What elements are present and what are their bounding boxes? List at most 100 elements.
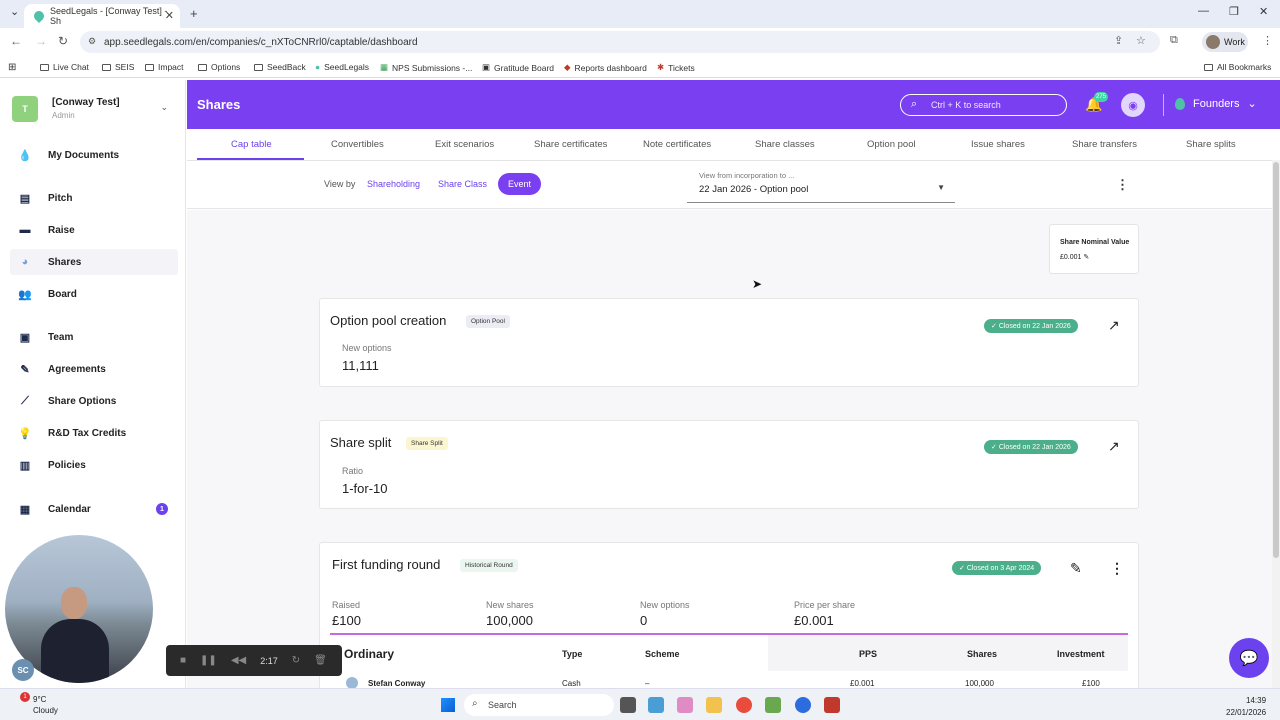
install-app-icon[interactable]: ⇪ xyxy=(1114,34,1123,47)
raise-icon: ▬ xyxy=(19,224,31,236)
sidebar-item-share-options[interactable]: ⟋ Share Options xyxy=(10,388,178,414)
sidebar-item-team[interactable]: ▣ Team xyxy=(10,324,178,350)
calendar-icon: ▦ xyxy=(19,503,31,516)
file-explorer-icon[interactable] xyxy=(706,697,722,713)
chat-support-button[interactable]: 💬 xyxy=(1229,638,1269,678)
tab-convertibles[interactable]: Convertibles xyxy=(331,139,384,150)
chrome-icon[interactable] xyxy=(736,697,752,713)
policies-icon: ▥ xyxy=(19,459,31,472)
site-info-icon[interactable]: ⚙ xyxy=(88,36,96,47)
back-icon[interactable]: ← xyxy=(10,34,22,48)
extensions-icon[interactable]: ⧉ xyxy=(1170,34,1178,47)
org-switcher[interactable]: T [Conway Test] Admin ⌄ xyxy=(12,94,182,124)
maximize-icon[interactable]: ❐ xyxy=(1229,5,1239,18)
bookmark-seis[interactable]: SEIS xyxy=(102,62,134,72)
sidebar-item-agreements[interactable]: ✎ Agreements xyxy=(10,356,178,382)
minimize-icon[interactable]: — xyxy=(1198,5,1209,17)
sidebar-item-policies[interactable]: ▥ Policies xyxy=(10,452,178,478)
trash-icon[interactable]: 🗑 xyxy=(314,655,327,666)
sidebar-item-pitch[interactable]: ▤ Pitch xyxy=(10,185,178,211)
view-share-class-button[interactable]: Share Class xyxy=(438,179,487,189)
bookmark-options[interactable]: Options xyxy=(198,62,240,72)
event-title: First funding round xyxy=(332,557,441,572)
more-options-icon[interactable]: ⋮ xyxy=(1110,560,1124,577)
bookmark-label: All Bookmarks xyxy=(1217,62,1272,72)
tab-share-classes[interactable]: Share classes xyxy=(755,139,815,150)
tab-option-pool[interactable]: Option pool xyxy=(867,139,916,150)
copilot-icon[interactable] xyxy=(677,697,693,713)
all-bookmarks[interactable]: All Bookmarks xyxy=(1204,62,1271,72)
edit-pencil-icon[interactable]: ✎ xyxy=(1070,560,1082,577)
view-event-button[interactable]: Event xyxy=(498,173,541,195)
tab-share-splits[interactable]: Share splits xyxy=(1186,139,1236,150)
sidebar-item-rd-tax[interactable]: 💡 R&D Tax Credits xyxy=(10,420,178,446)
tab-cap-table[interactable]: Cap table xyxy=(231,139,272,150)
bookmark-reports[interactable]: ◆ Reports dashboard xyxy=(564,62,647,73)
tab-exit-scenarios[interactable]: Exit scenarios xyxy=(435,139,494,150)
bookmark-nps[interactable]: ▦ NPS Submissions -... xyxy=(380,62,472,73)
snipping-tool-icon[interactable] xyxy=(765,697,781,713)
rewind-icon[interactable]: ◀◀ xyxy=(231,655,246,666)
open-arrow-icon[interactable]: ↗ xyxy=(1108,317,1120,334)
open-arrow-icon[interactable]: ↗ xyxy=(1108,438,1120,455)
new-tab-icon[interactable]: + xyxy=(190,6,198,21)
tab-note-certificates[interactable]: Note certificates xyxy=(643,139,711,150)
sidebar-item-my-documents[interactable]: 💧 My Documents xyxy=(10,142,178,168)
browser-tab[interactable]: SeedLegals - [Conway Test] - Sh ✕ xyxy=(24,4,180,28)
slack-icon[interactable] xyxy=(648,697,664,713)
bookmark-seedlegals[interactable]: ● SeedLegals xyxy=(315,62,369,72)
status-text: Closed on 22 Jan 2026 xyxy=(998,322,1071,330)
pause-icon[interactable]: ❚❚ xyxy=(200,655,217,666)
apps-grid-icon[interactable]: ⊞ xyxy=(8,62,16,73)
bookmark-star-icon[interactable]: ☆ xyxy=(1136,34,1146,47)
tab-issue-shares[interactable]: Issue shares xyxy=(971,139,1025,150)
folder-icon xyxy=(102,63,111,71)
tab-share-certificates[interactable]: Share certificates xyxy=(534,139,607,150)
bookmark-gratitude[interactable]: ▣ Gratitude Board xyxy=(482,62,554,73)
bookmark-live-chat[interactable]: Live Chat xyxy=(40,62,89,72)
sidebar-item-shares[interactable]: ◕ Shares xyxy=(10,249,178,275)
bookmark-impact[interactable]: Impact xyxy=(145,62,184,72)
time-select[interactable]: View from incorporation to ... 22 Jan 20… xyxy=(687,167,955,203)
browser-menu-icon[interactable]: ⋮ xyxy=(1262,34,1273,47)
stop-icon[interactable]: ■ xyxy=(180,655,186,666)
system-clock[interactable]: 14:39 22/01/2026 xyxy=(1226,695,1266,719)
forward-icon[interactable]: → xyxy=(35,34,47,48)
bookmark-label: SeedLegals xyxy=(324,62,370,72)
edit-pencil-icon[interactable]: ✎ xyxy=(1083,254,1089,261)
notification-badge: 275 xyxy=(1094,92,1108,102)
weather-widget[interactable]: 9°C Cloudy xyxy=(33,694,58,716)
close-tab-icon[interactable]: ✕ xyxy=(165,9,174,22)
task-view-icon[interactable] xyxy=(620,697,636,713)
sidebar-item-board[interactable]: 👥 Board xyxy=(10,281,178,307)
bookmark-tickets[interactable]: ✱ Tickets xyxy=(657,62,695,73)
tab-share-transfers[interactable]: Share transfers xyxy=(1072,139,1137,150)
view-shareholding-button[interactable]: Shareholding xyxy=(367,179,420,189)
profile-button[interactable]: Work xyxy=(1202,32,1248,52)
weather-temp: 9°C xyxy=(33,695,47,704)
search-input[interactable]: ⌕ Ctrl + K to search xyxy=(900,94,1067,116)
restart-icon[interactable]: ↻ xyxy=(292,655,300,666)
windows-start-icon[interactable] xyxy=(441,698,455,712)
bookmark-seedback[interactable]: SeedBack xyxy=(254,62,306,72)
more-options-icon[interactable]: ⋮ xyxy=(1116,177,1129,193)
pdf-reader-icon[interactable] xyxy=(824,697,840,713)
team-icon: ▣ xyxy=(19,331,31,344)
assistant-bot-icon[interactable]: ◉ xyxy=(1121,93,1145,117)
reports-icon: ◆ xyxy=(564,62,571,72)
sidebar-item-raise[interactable]: ▬ Raise xyxy=(10,217,178,243)
taskbar-search[interactable]: ⌕ Search xyxy=(464,694,614,716)
sidebar-item-calendar[interactable]: ▦ Calendar 1 xyxy=(10,496,178,522)
url-field[interactable]: ⚙ app.seedlegals.com/en/companies/c_nXTo… xyxy=(80,31,1160,53)
account-switcher[interactable]: Founders ⌄ xyxy=(1175,97,1257,110)
cap-table-tabs: Cap table Convertibles Exit scenarios Sh… xyxy=(187,129,1280,161)
share-split-event-card: Share split Share Split ✓ Closed on 22 J… xyxy=(319,420,1139,509)
zoom-icon[interactable] xyxy=(795,697,811,713)
table-row[interactable]: Stefan Conway Cash – £0.001 100,000 £100 xyxy=(330,671,1128,688)
cell-investment: £100 xyxy=(1082,679,1100,688)
reload-icon[interactable]: ↻ xyxy=(58,34,68,48)
close-window-icon[interactable]: ✕ xyxy=(1259,5,1268,18)
tab-menu-icon[interactable]: ⌄ xyxy=(10,5,19,18)
taskbar-search-label: Search xyxy=(488,700,517,710)
scrollbar-thumb[interactable] xyxy=(1273,162,1279,558)
